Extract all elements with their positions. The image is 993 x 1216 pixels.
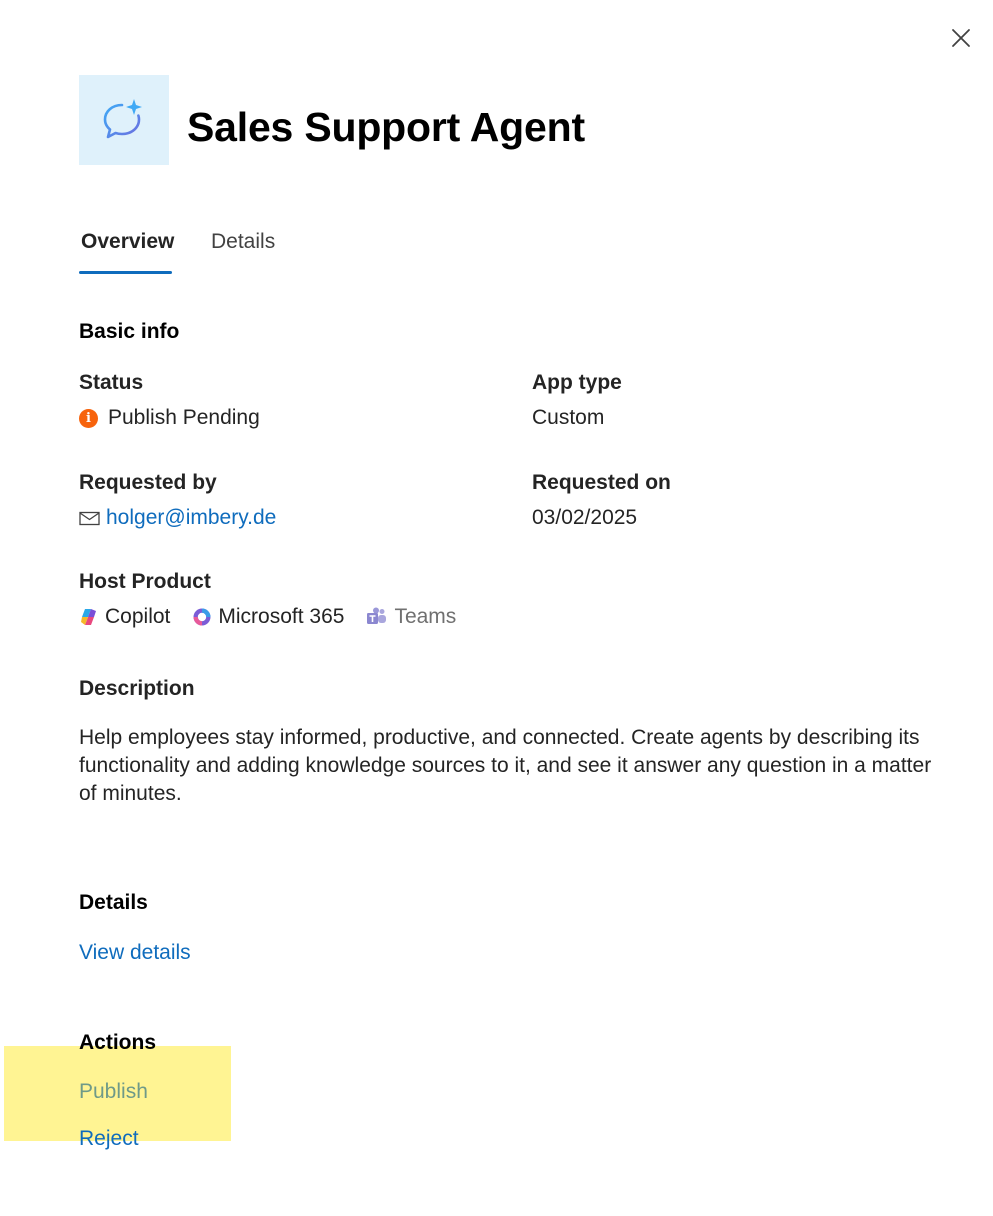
requester-email-link[interactable]: holger@imbery.de [106,506,276,530]
host-product-copilot-label: Copilot [105,605,171,628]
requested-on-label: Requested on [532,471,671,494]
description-label: Description [79,677,195,700]
description-text: Help employees stay informed, productive… [79,726,932,805]
status-value: i Publish Pending [79,406,260,430]
host-product-label: Host Product [79,570,211,593]
host-product-teams: Teams [366,605,456,629]
app-type-value: Custom [532,406,605,429]
actions-heading: Actions [79,1031,157,1054]
details-heading: Details [79,891,148,914]
selected-tab-indicator [79,271,172,274]
chat-sparkle-icon [103,99,142,139]
copilot-icon [81,609,96,625]
app-icon [79,75,169,165]
host-product-teams-label: Teams [394,605,457,628]
teams-icon [367,607,387,624]
status-label: Status [79,371,144,394]
page-title: Sales Support Agent [187,104,585,150]
mail-icon [79,511,100,525]
close-button[interactable] [946,23,976,53]
requested-by-label: Requested by [79,471,217,494]
requested-by-value: holger@imbery.de [79,506,276,530]
tab-details[interactable]: Details [211,230,275,254]
info-icon: i [79,408,98,428]
host-product-copilot: Copilot [79,605,170,629]
basic-info-heading: Basic info [79,320,180,343]
close-icon [952,29,970,47]
host-product-m365: Microsoft 365 [192,605,344,629]
reject-link[interactable]: Reject [79,1127,139,1151]
tab-overview[interactable]: Overview [81,230,174,254]
app-type-label: App type [532,371,622,394]
view-details-link[interactable]: View details [79,941,191,965]
requested-on-value: 03/02/2025 [532,506,638,529]
microsoft-365-icon [193,608,211,626]
host-product-list: Copilot Microsoft 365 Teams [79,605,478,629]
host-product-m365-label: Microsoft 365 [218,605,345,628]
status-text: Publish Pending [108,406,260,429]
publish-link[interactable]: Publish [79,1080,148,1104]
